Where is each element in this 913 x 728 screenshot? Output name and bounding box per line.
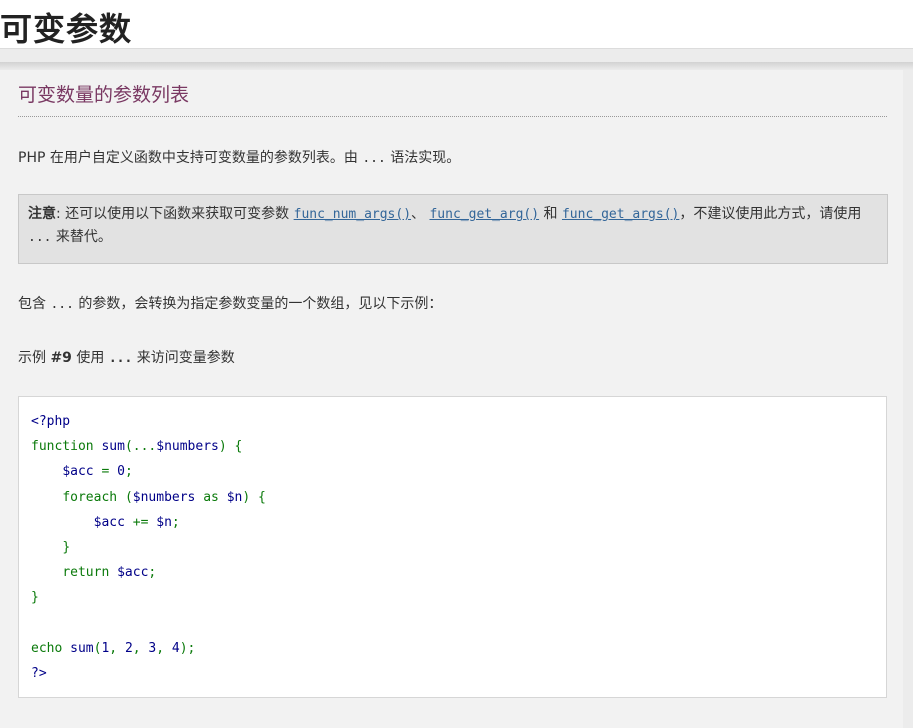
note-label: 注意	[28, 206, 56, 222]
note-box: 注意: 还可以使用以下函数来获取可变参数 func_num_args()、 fu…	[18, 194, 888, 264]
func-num-args-link[interactable]: func_num_args()	[294, 207, 411, 222]
code-block: <?php function sum(...$numbers) { $acc =…	[19, 397, 886, 698]
code-line: <?php	[31, 414, 71, 429]
content-area: 可变数量的参数列表 PHP 在用户自定义函数中支持可变数量的参数列表。由 ...…	[0, 70, 903, 728]
code-example-box: <?php function sum(...$numbers) { $acc =…	[18, 396, 887, 698]
header-shadow	[0, 62, 913, 70]
note-text-5: 来替代。	[51, 229, 112, 245]
example-number: #9	[50, 350, 72, 366]
heading-divider	[18, 116, 887, 117]
section-heading: 可变数量的参数列表	[18, 84, 190, 106]
inline-code: ...	[362, 151, 386, 166]
code-line: function sum(...$numbers) {	[31, 439, 243, 455]
func-get-args-link[interactable]: func_get_args()	[562, 207, 679, 222]
para2-text-2: 的参数，会转换为指定参数变量的一个数组，见以下示例：	[73, 296, 443, 312]
func-get-arg-link[interactable]: func_get_arg()	[429, 207, 539, 222]
example-middle: 使用	[71, 350, 109, 366]
note-text-1: : 还可以使用以下函数来获取可变参数	[56, 206, 294, 222]
code-line: return $acc;	[62, 565, 157, 581]
page-title: 可变参数	[0, 10, 133, 48]
code-line: $acc = 0;	[62, 464, 133, 480]
code-line: echo sum(1, 2, 3, 4);	[31, 640, 196, 656]
para2-text-1: 包含	[18, 296, 51, 312]
note-text-2: 、	[411, 206, 430, 222]
code-line: ?>	[31, 666, 47, 682]
code-line: }	[31, 590, 39, 606]
note-text-4: ，不建议使用此方式，请使用	[679, 206, 862, 222]
intro-text-2: 语法实现。	[385, 150, 461, 166]
code-line: }	[62, 540, 71, 556]
example-prefix: 示例	[18, 350, 51, 366]
top-bar: 可变参数	[0, 0, 913, 49]
note-text-3: 和	[539, 206, 562, 222]
code-line: $acc += $n;	[93, 514, 180, 530]
example-caption: 示例 #9 使用 ... 来访问变量参数	[18, 348, 235, 369]
example-suffix: 来访问变量参数	[132, 350, 235, 366]
code-line: foreach ($numbers as $n) {	[62, 489, 266, 505]
spread-paragraph: 包含 ... 的参数，会转换为指定参数变量的一个数组，见以下示例：	[18, 294, 442, 315]
inline-code: ...	[50, 297, 74, 312]
inline-code: ...	[28, 230, 52, 245]
inline-code: ...	[108, 351, 133, 366]
intro-text-1: PHP 在用户自定义函数中支持可变数量的参数列表。由	[18, 150, 363, 166]
intro-paragraph: PHP 在用户自定义函数中支持可变数量的参数列表。由 ... 语法实现。	[18, 148, 460, 169]
